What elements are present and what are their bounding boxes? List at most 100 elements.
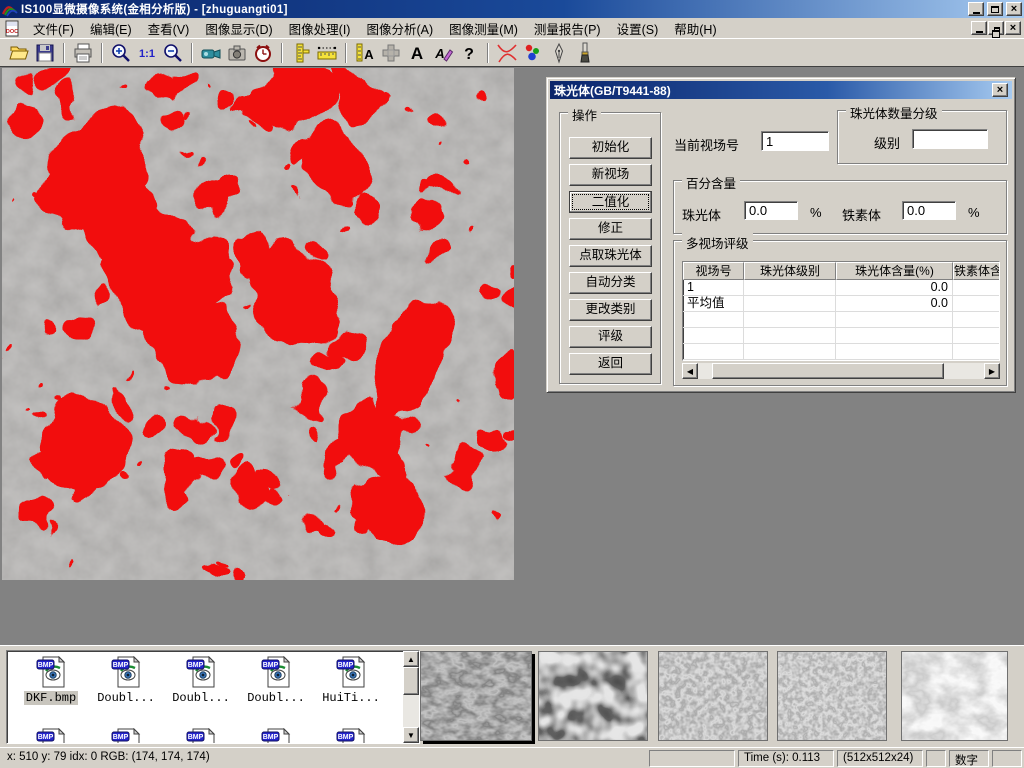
change-class-button[interactable]: 更改类别 [569,299,652,321]
pen-tool-button[interactable] [546,40,572,65]
video-capture-button[interactable] [198,40,224,65]
file-browser-scrollbar[interactable]: ▲ ▼ [403,651,419,743]
grade-input[interactable] [912,129,988,149]
curve-tool-button[interactable] [494,40,520,65]
thumbnail-3[interactable] [658,651,768,741]
file-item[interactable]: BMP Doubl... [240,656,312,706]
mdi-close-button[interactable]: × [1005,21,1021,35]
thumbnail-5[interactable] [901,651,1008,741]
file-name[interactable]: HuiTi... [320,691,382,705]
file-browser: BMP DKF.bmp BMP Doubl... [6,650,420,744]
scroll-down-button[interactable]: ▼ [403,727,419,743]
ruler-button[interactable] [314,40,340,65]
file-item-partial[interactable]: BMP [15,728,87,744]
file-item[interactable]: BMP Doubl... [165,656,237,706]
mdi-restore-button[interactable] [988,21,1004,35]
scrollbar-thumb[interactable] [712,363,944,379]
menu-image-display[interactable]: 图像显示(D) [197,17,280,40]
mdi-minimize-button[interactable] [971,21,987,35]
zoom-in-button[interactable] [108,40,134,65]
auto-classify-button[interactable]: 自动分类 [569,272,652,294]
scroll-up-button[interactable]: ▲ [403,651,419,667]
caliper-button[interactable] [288,40,314,65]
thumbnail-1[interactable] [420,651,532,741]
grid-cross-button[interactable] [378,40,404,65]
file-name[interactable]: Doubl... [170,691,232,705]
file-name[interactable]: Doubl... [245,691,307,705]
menu-settings[interactable]: 设置(S) [609,17,667,40]
dialog-title-bar[interactable]: 珠光体(GB/T9441-88) × [550,81,1012,99]
thumbnail-2[interactable] [538,651,648,741]
new-field-button[interactable]: 新视场 [569,164,652,186]
grade-button[interactable]: 评级 [569,326,652,348]
pearlite-percent-input[interactable] [744,201,798,220]
correct-button[interactable]: 修正 [569,218,652,240]
scrollbar-track[interactable] [698,363,984,379]
title-bar[interactable]: IS100显微摄像系统(金相分析版) - [zhuguangti01] × [0,0,1024,18]
brush-tool-button[interactable] [572,40,598,65]
brush-icon [574,42,596,64]
menu-help[interactable]: 帮助(H) [666,17,724,40]
pearlite-label: 珠光体 [682,205,721,224]
file-name[interactable]: Doubl... [95,691,157,705]
file-item[interactable]: BMP HuiTi... [315,656,387,706]
help-button[interactable]: ? [456,40,482,65]
file-item[interactable]: BMP DKF.bmp [15,656,87,706]
thumbnail-4[interactable] [777,651,887,741]
open-button[interactable] [6,40,32,65]
document-icon[interactable]: DOC [3,20,21,37]
zoom-out-button[interactable] [160,40,186,65]
actual-size-button[interactable]: 1:1 [134,40,160,65]
annotate-button[interactable]: A [430,40,456,65]
print-button[interactable] [70,40,96,65]
menu-measure-report[interactable]: 测量报告(P) [526,17,609,40]
menu-edit[interactable]: 编辑(E) [82,17,140,40]
menu-view[interactable]: 查看(V) [140,17,198,40]
timer-button[interactable] [250,40,276,65]
header-pearlite-grade[interactable]: 珠光体级别 [744,262,836,280]
micrograph-image[interactable] [2,68,514,580]
initialize-button[interactable]: 初始化 [569,137,652,159]
classify-tool-button[interactable] [520,40,546,65]
bmp-file-icon: BMP [261,728,291,744]
measure-text-button[interactable]: A [352,40,378,65]
camera-capture-button[interactable] [224,40,250,65]
table-row[interactable]: 平均值 0.0 [683,296,999,312]
menu-image-analysis[interactable]: 图像分析(A) [358,17,441,40]
table-row[interactable]: 1 0.0 [683,280,999,296]
menu-image-process[interactable]: 图像处理(I) [281,17,359,40]
pick-pearlite-button[interactable]: 点取珠光体 [569,245,652,267]
header-ferrite-content[interactable]: 铁素体含量(%) [953,262,1000,280]
file-item-partial[interactable]: BMP [315,728,387,744]
menu-image-measure[interactable]: 图像测量(M) [441,17,526,40]
scroll-left-button[interactable]: ◀ [682,363,698,379]
header-pearlite-content[interactable]: 珠光体含量(%) [836,262,953,280]
current-field-input[interactable] [761,131,829,151]
file-name[interactable]: DKF.bmp [24,691,78,705]
header-field-no[interactable]: 视场号 [683,262,744,280]
table-horizontal-scrollbar[interactable]: ◀ ▶ [682,363,1000,379]
file-item-partial[interactable]: BMP [90,728,162,744]
close-button[interactable]: × [1006,2,1022,16]
binarize-button[interactable]: 二值化 [569,191,652,213]
operation-group-label: 操作 [568,105,601,124]
svg-text:BMP: BMP [38,662,54,669]
file-item[interactable]: BMP Doubl... [90,656,162,706]
file-item-partial[interactable]: BMP [240,728,312,744]
dialog-close-button[interactable]: × [992,83,1008,97]
minimize-button[interactable] [968,2,984,16]
maximize-button[interactable] [987,2,1003,16]
bmp-file-icon: BMP [36,728,66,744]
file-item-partial[interactable]: BMP [165,728,237,744]
bmp-file-icon: BMP [111,728,141,744]
scroll-right-button[interactable]: ▶ [984,363,1000,379]
annotate-icon: A [432,42,454,64]
return-button[interactable]: 返回 [569,353,652,375]
scrollbar-thumb[interactable] [403,667,419,695]
ferrite-percent-input[interactable] [902,201,956,220]
save-button[interactable] [32,40,58,65]
menu-file[interactable]: 文件(F) [25,17,82,40]
scrollbar-track[interactable] [403,667,419,727]
svg-text:1:1: 1:1 [139,48,155,60]
text-tool-button[interactable]: A [404,40,430,65]
